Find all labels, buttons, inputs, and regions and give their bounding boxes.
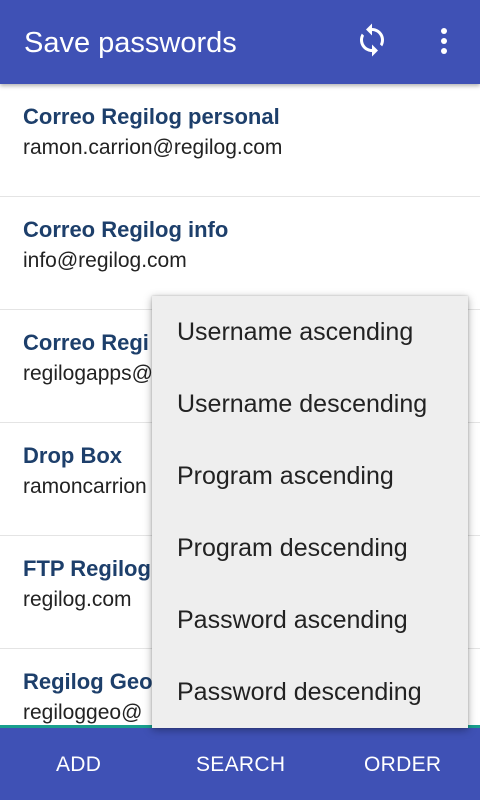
more-vert-icon — [439, 26, 449, 61]
menu-item-program-descending[interactable]: Program descending — [152, 512, 468, 584]
list-item[interactable]: Correo Regilog personal ramon.carrion@re… — [0, 84, 480, 197]
sync-icon — [354, 20, 390, 65]
menu-item-program-ascending[interactable]: Program ascending — [152, 440, 468, 512]
menu-item-password-descending[interactable]: Password descending — [152, 656, 468, 728]
bottom-action-bar: ADD SEARCH ORDER — [0, 728, 480, 800]
order-menu: Username ascending Username descending P… — [152, 296, 468, 728]
menu-item-username-ascending[interactable]: Username ascending — [152, 296, 468, 368]
sync-button[interactable] — [352, 22, 392, 62]
list-item[interactable]: Correo Regilog info info@regilog.com — [0, 197, 480, 310]
order-button[interactable]: ORDER — [364, 752, 441, 778]
menu-item-password-ascending[interactable]: Password ascending — [152, 584, 468, 656]
overflow-menu-button[interactable] — [426, 24, 462, 62]
entry-username: info@regilog.com — [23, 249, 187, 272]
entry-program: Correo Regilog personal — [23, 104, 280, 129]
search-button[interactable]: SEARCH — [196, 752, 285, 778]
entry-program: Correo Regilog info — [23, 217, 229, 242]
entry-username: ramon.carrion@regilog.com — [23, 136, 283, 159]
menu-item-username-descending[interactable]: Username descending — [152, 368, 468, 440]
add-button[interactable]: ADD — [56, 752, 101, 778]
app-bar: Save passwords — [0, 0, 480, 84]
app-title: Save passwords — [24, 27, 237, 59]
